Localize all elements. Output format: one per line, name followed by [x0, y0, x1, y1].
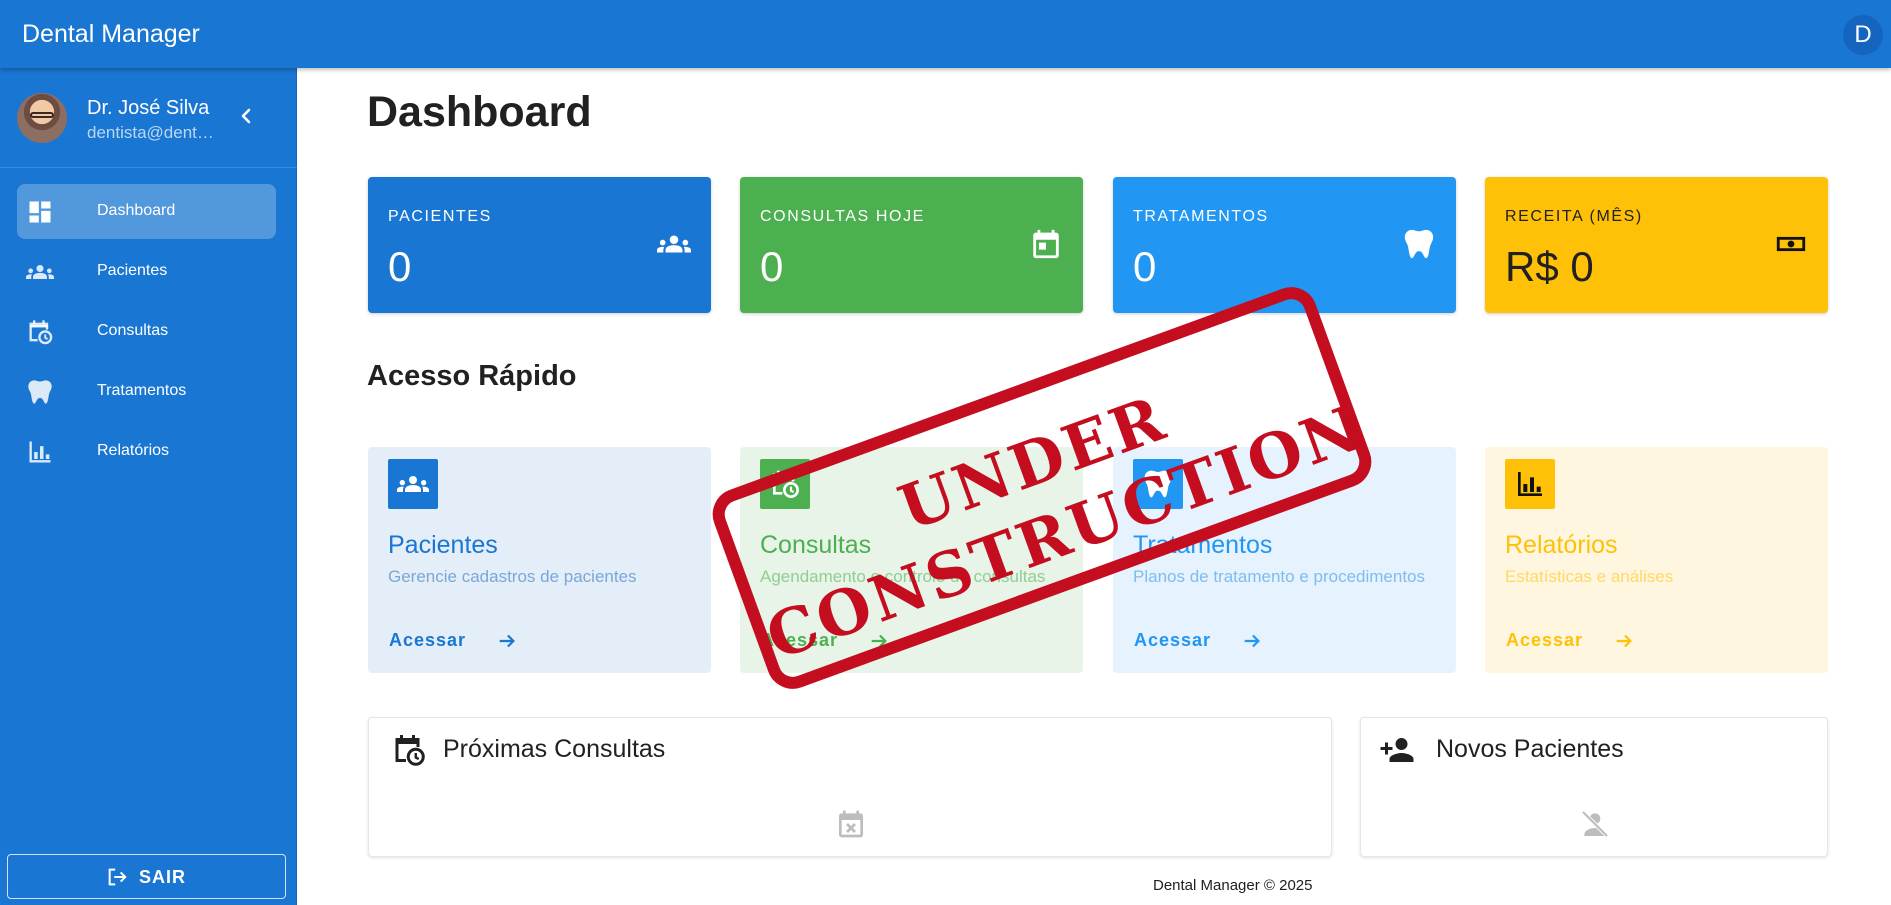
stat-card-consultas-hoje: CONSULTAS HOJE 0 — [740, 177, 1083, 313]
calendar-clock-icon — [395, 735, 425, 766]
stat-label: RECEITA (MÊS) — [1505, 208, 1643, 225]
bar-chart-icon — [1518, 472, 1542, 496]
profile-name: Dr. José Silva — [87, 97, 210, 119]
money-icon — [1776, 236, 1806, 252]
quick-access-link[interactable]: Acessar — [1506, 630, 1583, 651]
quick-access-description: Planos de tratamento e procedimentos — [1133, 567, 1426, 586]
user-avatar[interactable]: D — [1843, 15, 1883, 55]
sidebar-item-label: Consultas — [97, 322, 169, 339]
stat-label: TRATAMENTOS — [1133, 208, 1269, 225]
sidebar-item-label: Pacientes — [97, 262, 168, 279]
arrow-right-icon — [1616, 634, 1632, 648]
calendar-clock-icon — [29, 320, 53, 345]
stat-value: R$ 0 — [1505, 243, 1594, 290]
profile-photo — [17, 93, 67, 143]
stat-value: 0 — [388, 243, 412, 290]
people-icon — [26, 265, 54, 279]
footer-text: Dental Manager © 2025 — [1153, 877, 1313, 894]
new-patients-panel: Novos Pacientes — [1360, 717, 1828, 857]
sidebar-item-label: Tratamentos — [97, 382, 187, 399]
arrow-right-icon — [1244, 634, 1260, 648]
quick-access-link[interactable]: Acessar — [1134, 630, 1211, 651]
upcoming-appointments-panel: Próximas Consultas — [368, 717, 1332, 857]
quick-access-icon-box — [1505, 459, 1555, 509]
bar-chart-icon — [29, 441, 51, 463]
stat-value: 0 — [760, 243, 784, 290]
sidebar-item-label: Dashboard — [97, 202, 176, 219]
app-title: Dental Manager — [22, 20, 200, 48]
logout-icon — [108, 868, 127, 886]
quick-access-description: Agendamento e controle de consultas — [760, 567, 1046, 586]
tooth-icon — [1144, 470, 1172, 498]
quick-access-consultas[interactable]: Consultas Agendamento e controle de cons… — [740, 447, 1083, 673]
chevron-left-icon[interactable] — [234, 104, 258, 128]
app-bar: Dental Manager D — [0, 0, 1891, 68]
calendar-today-icon — [1033, 229, 1059, 259]
arrow-right-icon — [871, 634, 887, 648]
sidebar-item-pacientes[interactable]: Pacientes — [17, 244, 276, 299]
sidebar-nav: Dashboard Pacientes Consultas Tratamento… — [17, 184, 276, 484]
quick-access-relatorios[interactable]: Relatórios Estatísticas e análises Acess… — [1485, 447, 1828, 673]
stat-card-pacientes: PACIENTES 0 — [368, 177, 711, 313]
stat-label: PACIENTES — [388, 208, 492, 225]
page-title: Dashboard — [367, 88, 592, 136]
calendar-clock-icon — [773, 470, 799, 498]
quick-access-link[interactable]: Acessar — [389, 630, 466, 651]
sidebar: Dr. José Silva dentista@dentalmanager.co… — [0, 68, 297, 905]
quick-access-description: Estatísticas e análises — [1505, 567, 1674, 586]
dashboard-icon — [29, 201, 51, 223]
logout-label: SAIR — [139, 867, 187, 887]
panel-title: Novos Pacientes — [1436, 735, 1624, 763]
quick-access-title: Consultas — [760, 531, 872, 559]
sidebar-item-consultas[interactable]: Consultas — [17, 304, 276, 359]
stat-value: 0 — [1133, 243, 1157, 290]
calendar-remove-icon — [839, 810, 863, 838]
profile-email: dentista@dentalmanager.com — [87, 123, 217, 142]
people-icon — [397, 476, 429, 492]
tooth-icon — [28, 380, 52, 404]
quick-access-pacientes[interactable]: Pacientes Gerencie cadastros de paciente… — [368, 447, 711, 673]
quick-access-description: Gerencie cadastros de pacientes — [388, 567, 637, 586]
person-add-icon — [1380, 738, 1414, 762]
quick-access-link[interactable]: Acessar — [761, 630, 838, 651]
people-icon — [657, 235, 691, 253]
quick-access-tratamentos[interactable]: Tratamentos Planos de tratamento e proce… — [1113, 447, 1456, 673]
quick-access-icon-box — [760, 459, 810, 509]
quick-access-title: Acesso Rápido — [367, 360, 577, 392]
quick-access-title: Pacientes — [388, 531, 498, 559]
quick-access-title: Relatórios — [1505, 531, 1618, 559]
sidebar-item-dashboard[interactable]: Dashboard — [17, 184, 276, 239]
stat-card-tratamentos: TRATAMENTOS 0 — [1113, 177, 1456, 313]
quick-access-icon-box — [1133, 459, 1183, 509]
tooth-icon — [1404, 229, 1434, 259]
person-off-icon — [1581, 810, 1609, 838]
stat-label: CONSULTAS HOJE — [760, 208, 925, 225]
profile-section: Dr. José Silva dentista@dentalmanager.co… — [0, 68, 297, 168]
panel-title: Próximas Consultas — [443, 735, 666, 763]
stat-card-receita: RECEITA (MÊS) R$ 0 — [1485, 177, 1828, 313]
quick-access-title: Tratamentos — [1133, 531, 1273, 559]
arrow-right-icon — [499, 634, 515, 648]
sidebar-item-relatorios[interactable]: Relatórios — [17, 424, 276, 479]
footer: Dental Manager © 2025 — [297, 873, 1891, 905]
logout-button[interactable]: SAIR — [7, 854, 286, 899]
quick-access-icon-box — [388, 459, 438, 509]
sidebar-item-tratamentos[interactable]: Tratamentos — [17, 364, 276, 419]
sidebar-item-label: Relatórios — [97, 442, 170, 459]
